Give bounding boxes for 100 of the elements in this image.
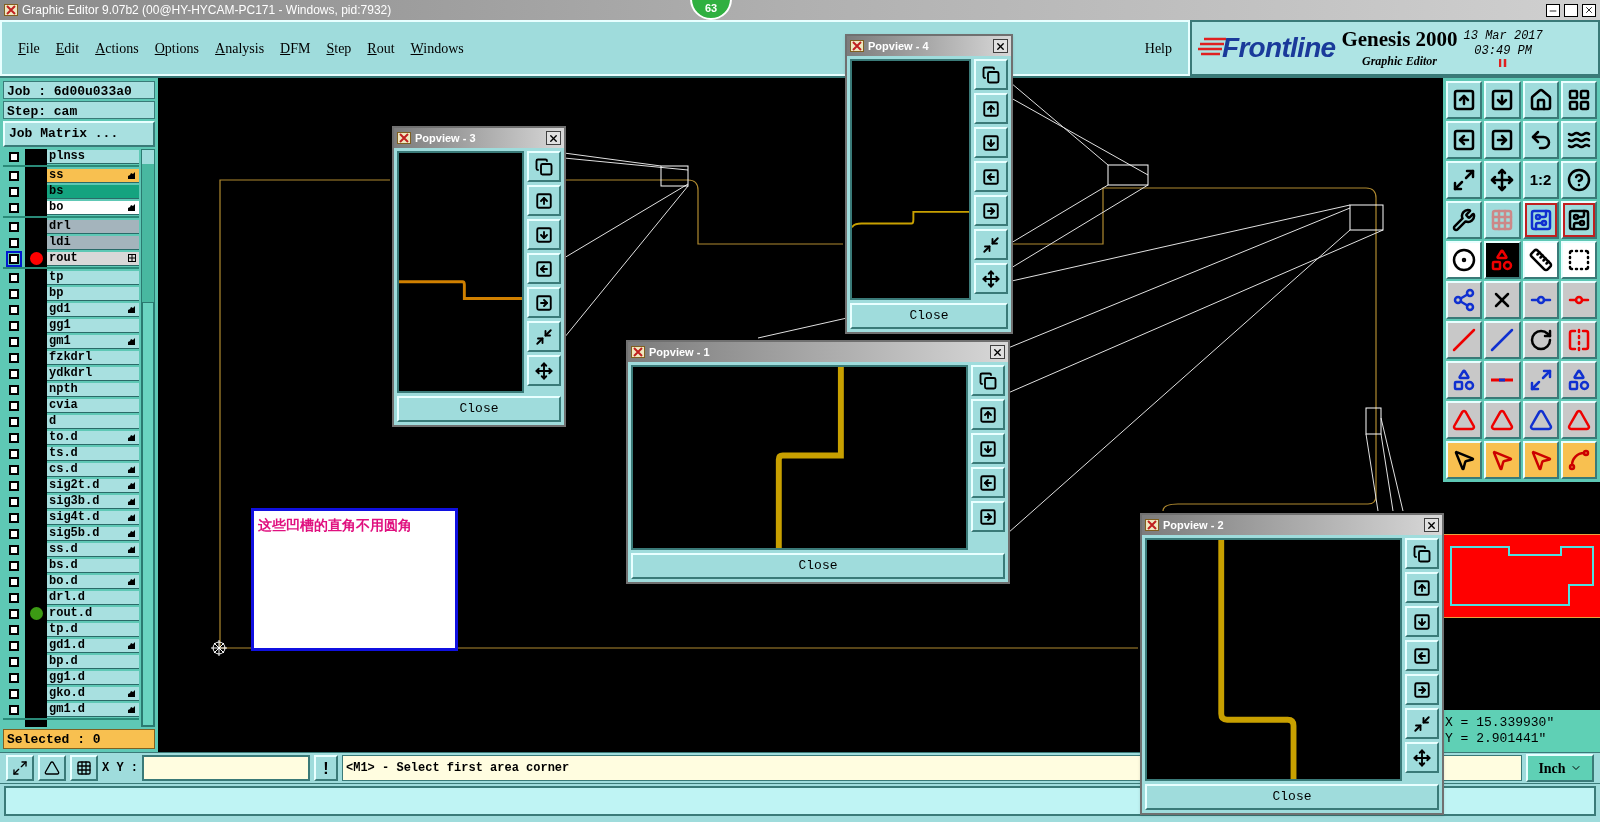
toolbar-button[interactable]	[1484, 81, 1521, 119]
units-dropdown[interactable]: Inch	[1526, 754, 1594, 782]
menu-item[interactable]: Rout	[367, 37, 395, 59]
layer-item[interactable]: to.d	[47, 430, 139, 445]
toolbar-button[interactable]	[1522, 361, 1559, 399]
popview-tool-button[interactable]	[1405, 708, 1439, 739]
popview-tool-button[interactable]	[527, 151, 561, 182]
layer-item[interactable]: sig3b.d	[47, 494, 139, 509]
popview-tool-button[interactable]	[971, 467, 1005, 498]
layer-item[interactable]: ts.d	[47, 446, 139, 461]
layer-item[interactable]: gm1.d	[47, 702, 139, 717]
popview-tool-button[interactable]	[971, 399, 1005, 430]
layer-checkbox[interactable]	[9, 528, 19, 539]
toolbar-button[interactable]	[1446, 241, 1483, 279]
menu-item[interactable]: Options	[154, 37, 200, 59]
layer-checkbox[interactable]	[9, 448, 19, 459]
layer-item[interactable]: plnss	[47, 149, 139, 164]
layer-checkbox[interactable]	[9, 640, 19, 651]
layer-item[interactable]: d	[47, 414, 139, 429]
scrollbar[interactable]	[141, 149, 155, 727]
layer-checkbox[interactable]	[9, 512, 19, 523]
layer-item[interactable]: gm1	[47, 334, 139, 349]
popview-tool-button[interactable]	[974, 161, 1008, 192]
layer-item[interactable]: gko.d	[47, 686, 139, 701]
toolbar-button[interactable]	[1522, 201, 1559, 239]
layer-checkbox[interactable]	[9, 704, 19, 715]
toolbar-button[interactable]	[1560, 361, 1597, 399]
layer-checkbox[interactable]	[9, 656, 19, 667]
toolbar-button[interactable]	[1522, 241, 1559, 279]
layer-item[interactable]: bp	[47, 286, 139, 301]
layer-checkbox[interactable]	[9, 688, 19, 699]
layer-item[interactable]: tp.d	[47, 622, 139, 637]
close-icon[interactable]	[1582, 3, 1596, 17]
toolbar-button[interactable]	[1522, 121, 1559, 159]
toolbar-button[interactable]	[1484, 241, 1521, 279]
menu-item[interactable]: File	[18, 37, 40, 59]
toolbar-button[interactable]	[38, 755, 66, 781]
close-button[interactable]: Close	[1145, 784, 1439, 810]
layer-checkbox[interactable]	[9, 480, 19, 491]
menu-item[interactable]: Step	[326, 37, 352, 59]
toolbar-button[interactable]: 1:2	[1522, 161, 1559, 199]
layer-checkbox[interactable]	[9, 400, 19, 411]
toolbar-button[interactable]	[1446, 81, 1483, 119]
close-button[interactable]: Close	[397, 396, 561, 422]
layer-item[interactable]: drl.d	[47, 590, 139, 605]
layer-checkbox[interactable]	[9, 608, 19, 619]
layer-item[interactable]: ss	[47, 168, 139, 183]
layer-checkbox[interactable]	[9, 288, 19, 299]
layer-item[interactable]: cs.d	[47, 462, 139, 477]
layer-item[interactable]: sig4t.d	[47, 510, 139, 525]
popview-tool-button[interactable]	[974, 127, 1008, 158]
layer-item[interactable]: bs.d	[47, 558, 139, 573]
layer-checkbox[interactable]	[9, 368, 19, 379]
popview-tool-button[interactable]	[974, 229, 1008, 260]
toolbar-button[interactable]	[1560, 201, 1597, 239]
popview-tool-button[interactable]	[1405, 674, 1439, 705]
layer-item[interactable]: bo	[47, 200, 139, 215]
layer-checkbox[interactable]	[9, 416, 19, 427]
layer-checkbox[interactable]	[9, 186, 19, 197]
toolbar-button[interactable]	[1560, 81, 1597, 119]
layer-checkbox[interactable]	[9, 496, 19, 507]
layer-checkbox[interactable]	[9, 464, 19, 475]
toolbar-button[interactable]	[70, 755, 98, 781]
toolbar-button[interactable]	[1446, 121, 1483, 159]
layer-item[interactable]: tp	[47, 270, 139, 285]
layer-item[interactable]: gg1	[47, 318, 139, 333]
maximize-icon[interactable]	[1564, 3, 1578, 17]
toolbar-button[interactable]	[1446, 361, 1483, 399]
minimize-icon[interactable]	[1546, 3, 1560, 17]
toolbar-button[interactable]	[1446, 441, 1483, 479]
popview-tool-button[interactable]	[527, 321, 561, 352]
layer-item[interactable]: ss.d	[47, 542, 139, 557]
toolbar-button[interactable]	[1446, 161, 1483, 199]
layer-checkbox[interactable]	[9, 272, 19, 283]
layer-item[interactable]: rout.d	[47, 606, 139, 621]
layer-item[interactable]: npth	[47, 382, 139, 397]
layer-checkbox[interactable]	[9, 384, 19, 395]
layer-item[interactable]: fzkdrl	[47, 350, 139, 365]
popview-tool-button[interactable]	[974, 59, 1008, 90]
layer-checkbox[interactable]	[9, 576, 19, 587]
layer-item[interactable]: bs	[47, 184, 139, 199]
layer-item[interactable]: gg1.d	[47, 670, 139, 685]
popview-tool-button[interactable]	[1405, 742, 1439, 773]
popview-tool-button[interactable]	[974, 195, 1008, 226]
job-matrix-button[interactable]: Job Matrix ...	[3, 121, 155, 147]
menu-item[interactable]: Analysis	[215, 37, 265, 59]
layer-checkbox[interactable]	[9, 592, 19, 603]
close-button[interactable]: Close	[850, 303, 1008, 329]
popview-tool-button[interactable]	[527, 253, 561, 284]
toolbar-button[interactable]	[1560, 241, 1597, 279]
popview-tool-button[interactable]	[1405, 640, 1439, 671]
popview-tool-button[interactable]	[971, 433, 1005, 464]
layer-checkbox[interactable]	[9, 170, 19, 181]
layer-item[interactable]: bo.d	[47, 574, 139, 589]
layer-item[interactable]: rout	[47, 251, 139, 266]
layer-checkbox[interactable]	[9, 221, 19, 232]
toolbar-button[interactable]	[6, 755, 34, 781]
close-icon[interactable]	[990, 345, 1005, 359]
close-icon[interactable]	[546, 131, 561, 145]
layer-checkbox[interactable]	[9, 560, 19, 571]
